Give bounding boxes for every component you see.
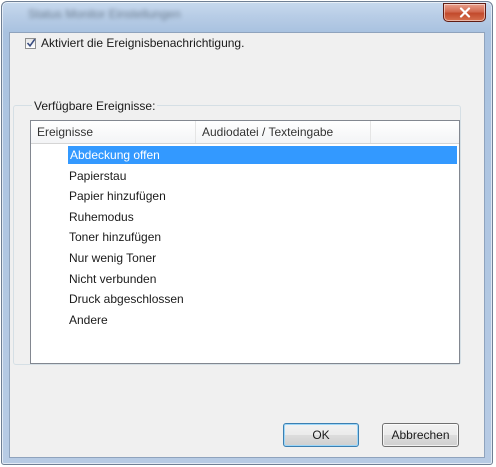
notification-checkbox-label: Aktiviert die Ereignisbenachrichtigung.: [41, 36, 245, 50]
list-item[interactable]: Druck abgeschlossen: [31, 289, 459, 310]
close-button[interactable]: [443, 3, 486, 22]
listview-rows: Abdeckung offen Papierstau Papier hinzuf…: [31, 145, 459, 330]
column-header-events[interactable]: Ereignisse: [31, 121, 196, 143]
list-item-label: Andere: [69, 312, 108, 327]
list-item-label: Nicht verbunden: [69, 271, 157, 286]
list-item-label: Druck abgeschlossen: [69, 292, 184, 307]
notification-checkbox[interactable]: [25, 37, 36, 49]
events-group-label: Verfügbare Ereignisse:: [32, 99, 158, 113]
ok-button[interactable]: OK: [283, 423, 359, 447]
listview-header: Ereignisse Audiodatei / Texteingabe: [31, 121, 459, 144]
column-header-audio-text[interactable]: Audiodatei / Texteingabe: [196, 121, 371, 143]
events-listview[interactable]: Ereignisse Audiodatei / Texteingabe Abde…: [30, 120, 460, 364]
list-item-label: Papierstau: [69, 168, 127, 183]
list-item[interactable]: Toner hinzufügen: [31, 227, 459, 248]
list-item-label: Nur wenig Toner: [69, 250, 157, 265]
list-item-label: Toner hinzufügen: [69, 230, 162, 245]
window-title: Status Monitor Einstellungen: [28, 7, 181, 21]
checkmark-icon: [26, 38, 36, 47]
list-item-label: Ruhemodus: [69, 209, 134, 224]
list-item-label: Papier hinzufügen: [69, 189, 166, 204]
list-item-label: Abdeckung offen: [68, 146, 457, 164]
list-item[interactable]: Nur wenig Toner: [31, 248, 459, 269]
list-item[interactable]: Papierstau: [31, 166, 459, 187]
list-item[interactable]: Ruhemodus: [31, 207, 459, 228]
cancel-button[interactable]: Abbrechen: [382, 423, 459, 447]
notification-checkbox-row[interactable]: Aktiviert die Ereignisbenachrichtigung.: [25, 35, 244, 51]
list-item[interactable]: Andere: [31, 310, 459, 331]
list-item[interactable]: Nicht verbunden: [31, 269, 459, 290]
list-item[interactable]: Papier hinzufügen: [31, 186, 459, 207]
title-bar[interactable]: Status Monitor Einstellungen: [2, 2, 492, 32]
close-icon: [459, 7, 470, 18]
list-item[interactable]: Abdeckung offen: [31, 145, 459, 166]
